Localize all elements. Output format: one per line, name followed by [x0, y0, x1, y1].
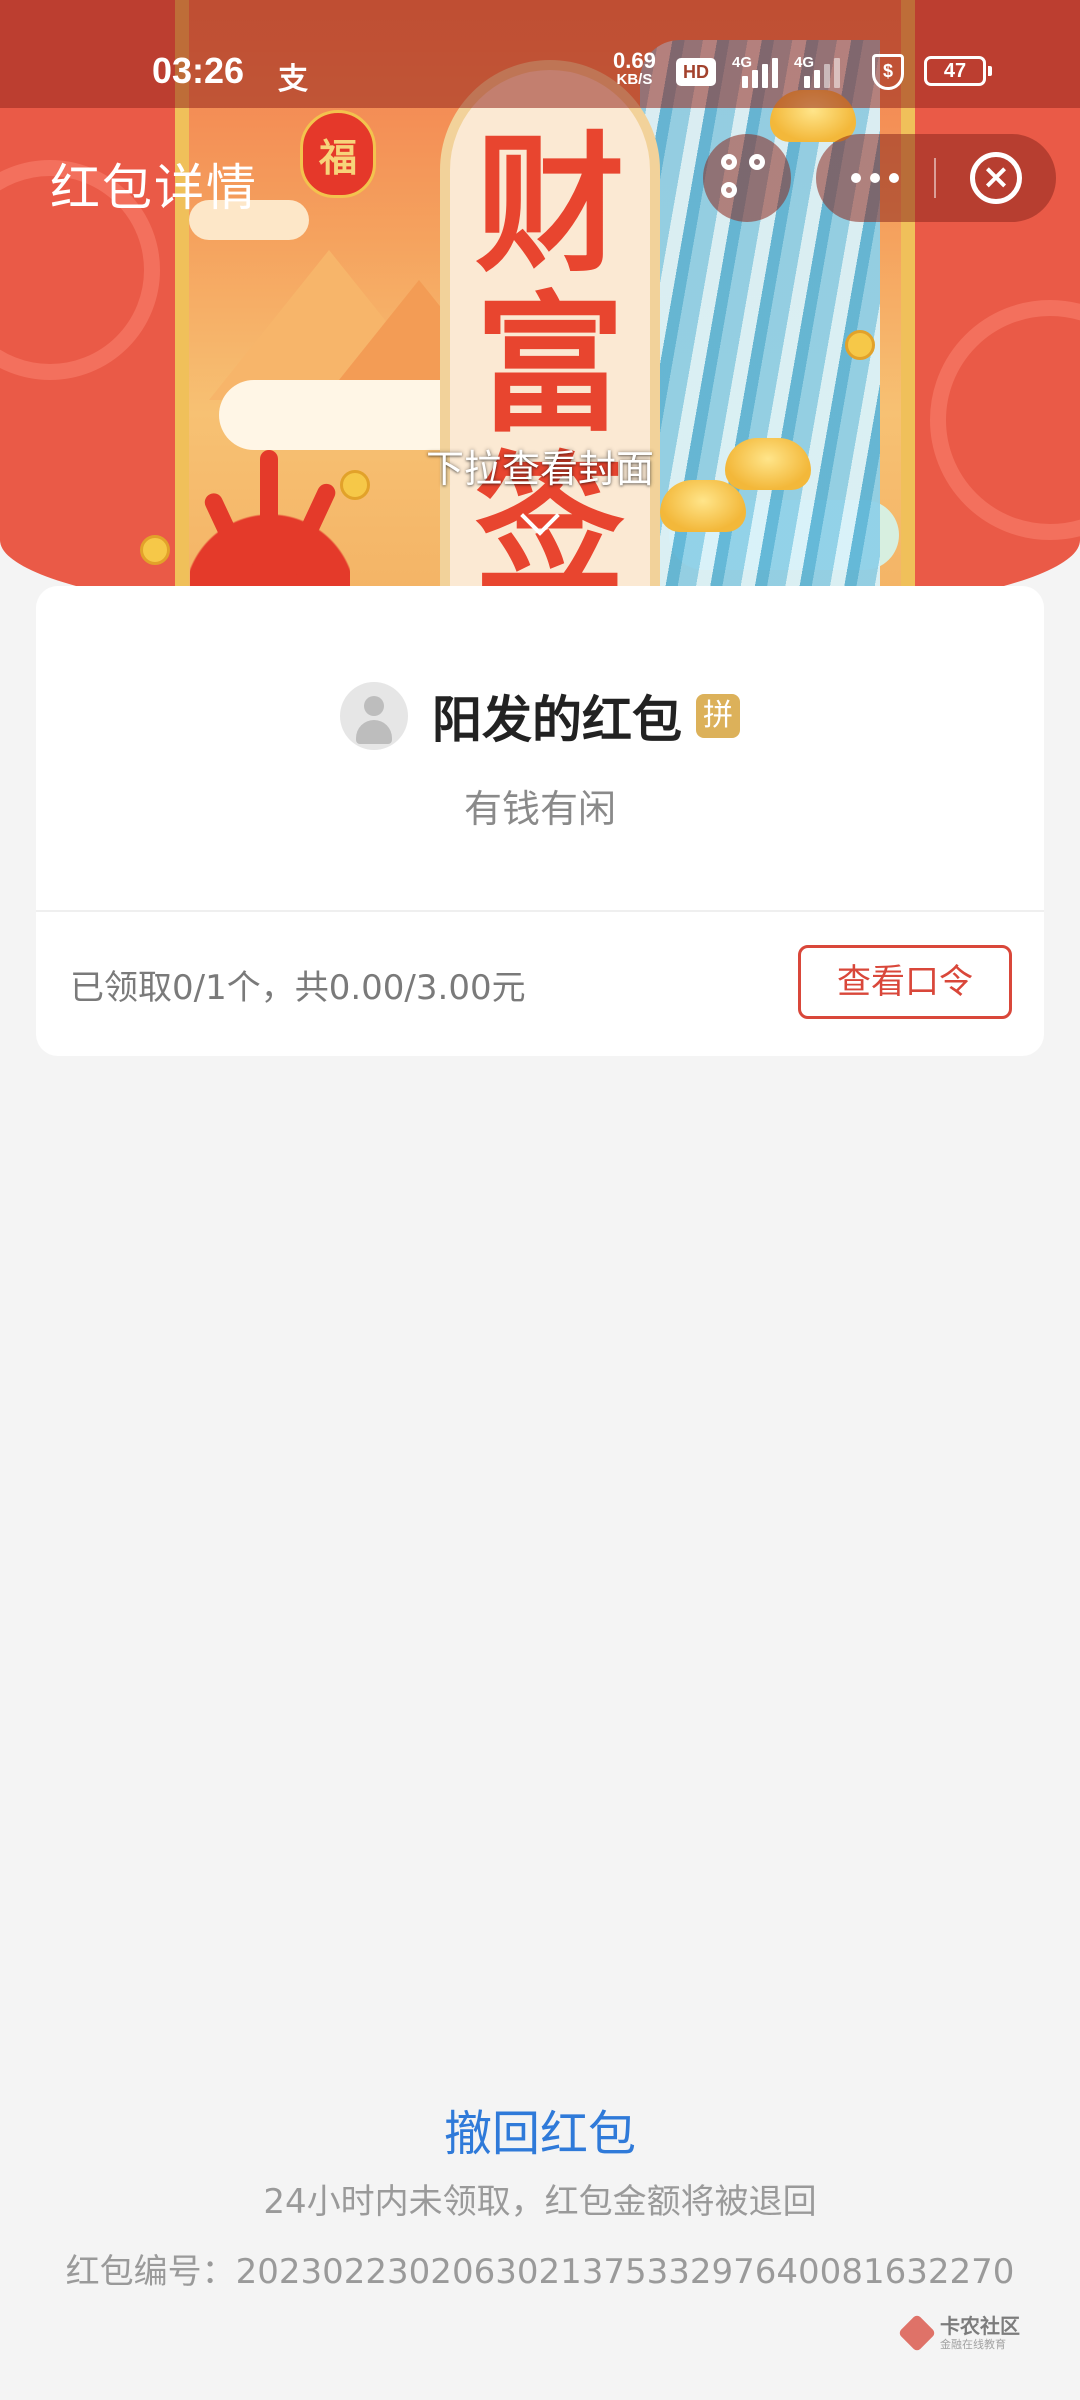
cover-char: 富: [474, 277, 625, 453]
mini-program-capsule: ×: [816, 134, 1056, 222]
sender-name: 阳发的红包: [432, 691, 682, 749]
withdraw-note: 24小时内未领取，红包金额将被退回: [263, 2182, 817, 2222]
signal-sim1-icon: 4G: [732, 54, 780, 88]
more-dots-icon: [870, 173, 880, 183]
status-time: 03:26: [152, 50, 245, 91]
security-shield-icon: $: [872, 54, 904, 90]
greeting-message: 有钱有闲: [463, 787, 616, 831]
watermark-logo-icon: [897, 2313, 937, 2353]
network-speed: 0.69 KB/S: [613, 48, 656, 88]
red-packet-card: 阳发的红包 拼 有钱有闲 已领取0/1个，共0.00/3.00元 查看口令: [36, 586, 1044, 1056]
group-packet-badge: 拼: [696, 694, 740, 738]
cover-char: 财: [474, 117, 625, 293]
page-title: 红包详情: [50, 159, 258, 217]
watermark-title: 卡农社区: [940, 2314, 1020, 2338]
claim-status: 已领取0/1个，共0.00/3.00元: [70, 968, 526, 1008]
sender-row: 阳发的红包 拼: [36, 680, 1044, 752]
lucky-bag-icon: 福: [300, 110, 376, 198]
network-speed-unit: KB/S: [616, 71, 653, 88]
scan-icon: [749, 154, 765, 170]
cover-scroll: 财 富 签: [440, 60, 660, 630]
status-bar: 03:26 支 0.69 KB/S HD 4G 4G $ 47: [0, 0, 1080, 108]
more-dots-icon: [889, 173, 899, 183]
battery-icon: 47: [924, 56, 992, 86]
coin-icon: [845, 330, 875, 360]
red-packet-id: 红包编号：20230223020630213753329764008163​22…: [65, 2252, 1015, 2292]
watermark: 卡农社区 金融在线教育: [897, 2310, 1060, 2360]
sim1-network-type: 4G: [732, 54, 753, 71]
more-button[interactable]: [816, 134, 934, 222]
banner-decoration: [930, 300, 1080, 540]
coin-icon: [140, 535, 170, 565]
signal-sim2-icon: 4G: [794, 54, 842, 88]
avatar: [340, 682, 408, 750]
alipay-notification-icon: 支: [278, 62, 308, 97]
scan-icon: [721, 154, 737, 170]
network-speed-value: 0.69: [613, 48, 656, 73]
pull-down-hint: 下拉查看封面: [425, 447, 654, 491]
close-button[interactable]: ×: [936, 134, 1056, 222]
scan-icon: [721, 182, 737, 198]
hd-voice-icon: HD: [676, 58, 716, 86]
withdraw-red-packet-link[interactable]: 撤回红包: [0, 2094, 1080, 2164]
close-circle-icon: ×: [970, 152, 1022, 204]
more-dots-icon: [851, 173, 861, 183]
view-code-button[interactable]: 查看口令: [798, 945, 1012, 1019]
card-divider: [36, 910, 1044, 912]
sim2-network-type: 4G: [794, 54, 815, 71]
watermark-subtitle: 金融在线教育: [940, 2338, 1006, 2351]
scan-button[interactable]: [703, 134, 791, 222]
